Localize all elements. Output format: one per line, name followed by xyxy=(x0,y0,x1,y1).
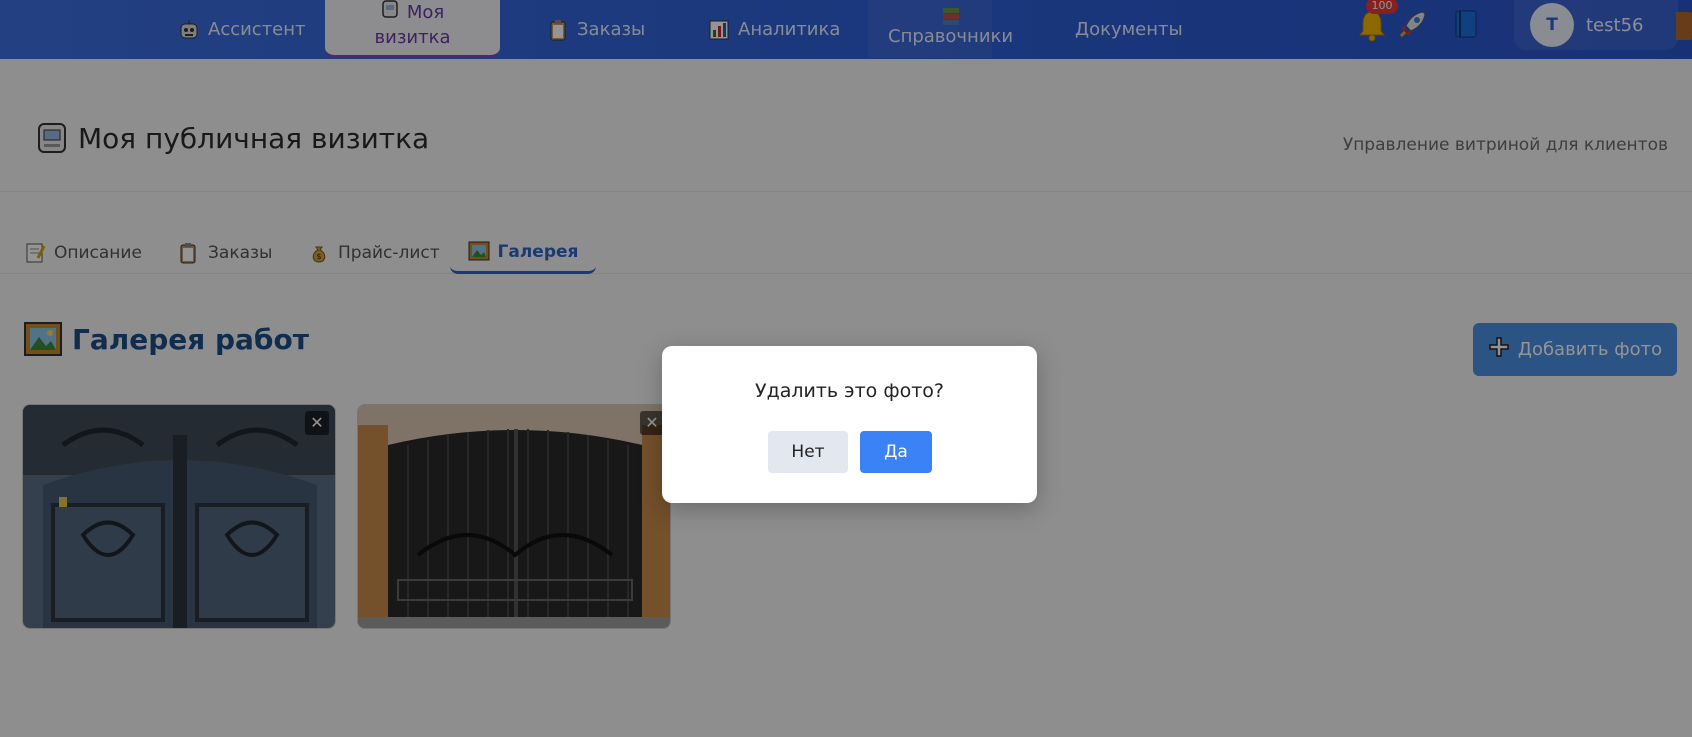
confirm-delete-dialog: Удалить это фото? Нет Да xyxy=(662,346,1037,503)
no-button[interactable]: Нет xyxy=(768,431,848,473)
dialog-question: Удалить это фото? xyxy=(755,380,944,402)
yes-button[interactable]: Да xyxy=(860,431,932,473)
